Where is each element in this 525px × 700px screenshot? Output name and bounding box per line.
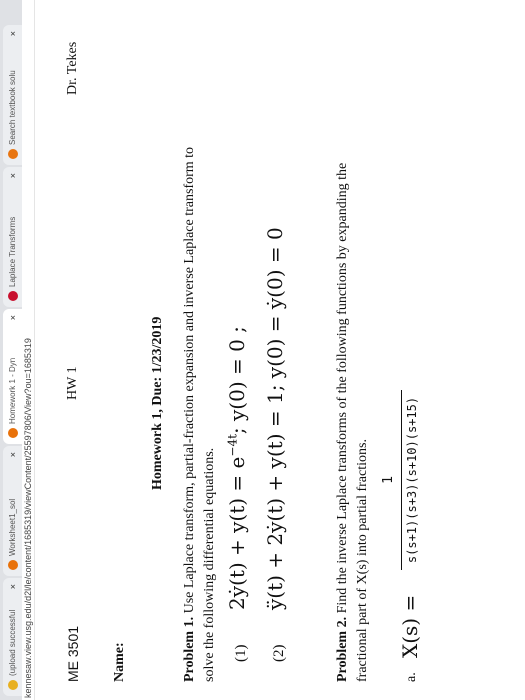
chegg-icon bbox=[7, 149, 18, 159]
problem2-line2: fractional part of X(s) into partial fra… bbox=[355, 439, 370, 682]
address-bar[interactable]: kennesaw.view.usg.edu/d2l/le/content/168… bbox=[22, 0, 35, 700]
course-code: ME 3501 bbox=[65, 625, 81, 682]
tab-homework[interactable]: Homework 1 - Dyn × bbox=[3, 309, 22, 444]
item-a-lhs: X(s) = bbox=[398, 594, 422, 658]
upload-icon bbox=[7, 680, 18, 690]
close-icon[interactable]: × bbox=[8, 31, 18, 36]
close-icon[interactable]: × bbox=[8, 584, 18, 589]
tab-bar: (upload successful × Worksheet1_sol × Ho… bbox=[0, 0, 22, 700]
name-label: Name: bbox=[112, 642, 127, 682]
tab-laplace[interactable]: Laplace Transforms × bbox=[3, 167, 22, 307]
problem1-line2: solve the following differential equatio… bbox=[202, 447, 217, 682]
equation-1: 2ẏ(t) + y(t) = e−4t; y(0) = 0 ; bbox=[225, 326, 249, 610]
instructor: Dr. Tekes bbox=[65, 41, 80, 95]
page-title: Homework 1, Due: 1/23/2019 bbox=[150, 316, 165, 490]
close-icon[interactable]: × bbox=[8, 173, 18, 178]
tab-worksheet[interactable]: Worksheet1_sol × bbox=[3, 446, 22, 576]
eq1-number: (1) bbox=[233, 644, 249, 663]
symbolab-icon bbox=[7, 291, 18, 301]
fraction-denominator: s(s+1)(s+3)(s+10)(s+15) bbox=[405, 396, 419, 564]
item-a-label: a. bbox=[404, 672, 419, 682]
close-icon[interactable]: × bbox=[8, 452, 18, 457]
problem1-line1: Problem 1. Use Laplace transform, partia… bbox=[182, 146, 197, 682]
fraction-numerator: 1 bbox=[381, 476, 396, 484]
tab-chegg[interactable]: Search textbook solu × bbox=[3, 25, 22, 165]
d2l-icon bbox=[7, 560, 18, 570]
eq2-number: (2) bbox=[271, 644, 287, 663]
hw-label: HW 1 bbox=[65, 366, 80, 400]
d2l-icon bbox=[7, 428, 18, 438]
screen: (upload successful × Worksheet1_sol × Ho… bbox=[0, 0, 525, 700]
tab-upload[interactable]: (upload successful × bbox=[3, 578, 22, 696]
equation-2: ÿ(t) + 2ẏ(t) + y(t) = 1; y(0) = ẏ(0) = 0 bbox=[263, 227, 287, 610]
fraction-bar bbox=[401, 390, 402, 570]
document: ME 3501 HW 1 Dr. Tekes Name: Homework 1,… bbox=[35, 0, 525, 700]
problem2-line1: Problem 2. Find the inverse Laplace tran… bbox=[335, 162, 350, 682]
close-icon[interactable]: × bbox=[8, 315, 18, 320]
